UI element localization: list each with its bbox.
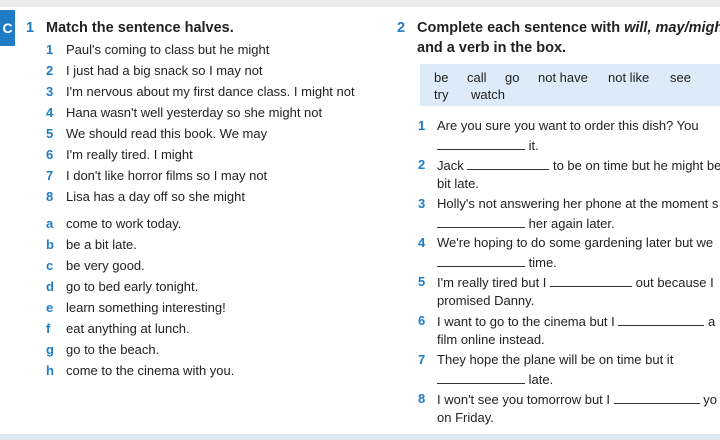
answer-blank[interactable]	[437, 137, 525, 150]
answer-blank[interactable]	[437, 215, 525, 228]
sentence-text: I won't see you tomorrow but I	[437, 392, 614, 407]
sentence-beginning: Hana wasn't well yesterday so she might …	[66, 105, 323, 120]
item-number: 2	[418, 157, 426, 172]
sentence-line: bit late.	[437, 176, 479, 191]
word-box-item: be	[434, 70, 449, 85]
sentence-line: We're hoping to do some gardening later …	[437, 235, 714, 250]
exercise-2-title-text: Complete each sentence with	[417, 20, 625, 36]
item-number: 3	[418, 196, 426, 211]
sentence-text: yo	[699, 392, 717, 407]
sentence-beginning: I don't like horror films so I may not	[66, 168, 268, 183]
sentence-beginning: Paul's coming to class but he might	[66, 42, 270, 57]
item-number: 6	[46, 147, 54, 162]
sentence-line: it.	[437, 137, 539, 153]
word-box: be call go not have not like see try wat…	[420, 64, 720, 106]
item-number: 4	[418, 235, 426, 250]
word-box-item: not have	[538, 70, 588, 85]
sentence-text: her again later.	[525, 216, 615, 231]
sentence-ending: come to the cinema with you.	[66, 363, 235, 378]
answer-blank[interactable]	[467, 157, 550, 170]
sentence-text: to be on time but he might be	[549, 158, 720, 173]
ending-letter: f	[46, 321, 51, 336]
word-box-item: try	[434, 87, 449, 102]
sentence-ending: be very good.	[66, 258, 145, 273]
word-box-item: watch	[471, 87, 505, 102]
sentence-text: late.	[525, 372, 554, 387]
item-number: 1	[46, 42, 54, 57]
item-number: 5	[46, 126, 54, 141]
sentence-text: a	[704, 314, 716, 329]
sentence-text: I'm really tired but I	[437, 275, 551, 290]
answer-blank[interactable]	[613, 391, 700, 404]
sentence-line: They hope the plane will be on time but …	[437, 352, 674, 367]
section-tab-label: C	[2, 20, 13, 36]
item-number: 3	[46, 84, 54, 99]
item-number: 7	[418, 352, 426, 367]
sentence-beginning: Lisa has a day off so she might	[66, 189, 245, 204]
word-box-item: not like	[608, 70, 650, 85]
sentence-text: Jack	[437, 158, 468, 173]
item-number: 8	[418, 391, 426, 406]
sentence-line: time.	[437, 254, 557, 270]
answer-blank[interactable]	[550, 274, 633, 287]
sentence-ending: learn something interesting!	[66, 300, 226, 315]
sentence-beginning: We should read this book. We may	[66, 126, 268, 141]
exercise-2-number: 2	[397, 20, 406, 36]
item-number: 2	[46, 63, 54, 78]
ending-letter: b	[46, 237, 54, 252]
sentence-line: I want to go to the cinema but I a	[437, 313, 715, 329]
sentence-beginning: I just had a big snack so I may not	[66, 63, 263, 78]
sentence-text: out because I	[632, 275, 714, 290]
sentence-ending: be a bit late.	[66, 237, 137, 252]
ending-letter: e	[46, 300, 54, 315]
answer-blank[interactable]	[437, 371, 525, 384]
section-tab: C	[0, 10, 15, 46]
sentence-line: her again later.	[437, 215, 615, 231]
answer-blank[interactable]	[437, 254, 525, 267]
ending-letter: a	[46, 216, 54, 231]
sentence-ending: eat anything at lunch.	[66, 321, 190, 336]
sentence-line: I won't see you tomorrow but I yo	[437, 391, 717, 407]
sentence-ending: come to work today.	[66, 216, 182, 231]
page-bottom-strip	[0, 434, 720, 440]
exercise-2-title-italic: will, may/might	[624, 20, 720, 36]
word-box-item: call	[467, 70, 487, 85]
item-number: 4	[46, 105, 54, 120]
item-number: 8	[46, 189, 54, 204]
answer-blank[interactable]	[618, 313, 705, 326]
ending-letter: c	[46, 258, 54, 273]
exercise-1-number: 1	[26, 20, 35, 36]
page-top-strip	[0, 0, 720, 7]
sentence-line: late.	[437, 371, 553, 387]
word-box-item: go	[505, 70, 520, 85]
item-number: 1	[418, 118, 426, 133]
sentence-text: I want to go to the cinema but I	[437, 314, 619, 329]
ending-letter: d	[46, 279, 54, 294]
sentence-line: on Friday.	[437, 410, 494, 425]
ending-letter: h	[46, 363, 54, 378]
exercise-2-title: Complete each sentence with will, may/mi…	[417, 20, 720, 36]
sentence-line: I'm really tired but I out because I	[437, 274, 714, 290]
ending-letter: g	[46, 342, 54, 357]
sentence-line: Jack to be on time but he might be	[437, 157, 720, 173]
exercise-1-title: Match the sentence halves.	[46, 20, 234, 36]
item-number: 5	[418, 274, 426, 289]
sentence-ending: go to bed early tonight.	[66, 279, 199, 294]
word-box-item: see	[670, 70, 691, 85]
sentence-text: it.	[525, 138, 539, 153]
item-number: 7	[46, 168, 54, 183]
sentence-ending: go to the beach.	[66, 342, 160, 357]
sentence-beginning: I'm nervous about my first dance class. …	[66, 84, 355, 99]
sentence-line: Holly's not answering her phone at the m…	[437, 196, 719, 211]
exercise-2-title-line2: and a verb in the box.	[417, 40, 567, 56]
sentence-text: time.	[525, 255, 557, 270]
item-number: 6	[418, 313, 426, 328]
sentence-line: film online instead.	[437, 332, 545, 347]
sentence-line: Are you sure you want to order this dish…	[437, 118, 699, 133]
sentence-line: promised Danny.	[437, 293, 535, 308]
sentence-beginning: I'm really tired. I might	[66, 147, 193, 162]
